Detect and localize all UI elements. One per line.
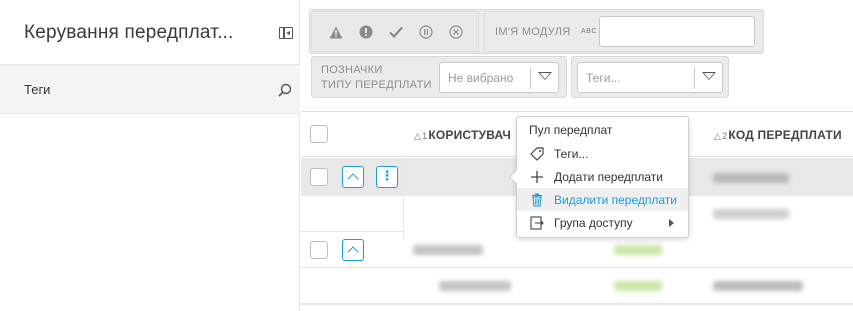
sidebar-item-label: Теги bbox=[24, 82, 51, 97]
subscription-type-tags-filter: ПОЗНАЧКИ ТИПУ ПЕРЕДПЛАТИ Не вибрано bbox=[311, 56, 567, 98]
pause-icon[interactable] bbox=[418, 24, 434, 40]
menu-item-label: Видалити передплати bbox=[554, 193, 677, 207]
status-filter-group bbox=[311, 11, 479, 52]
column-divider bbox=[403, 158, 404, 238]
tags-label-line1: ПОЗНАЧКИ bbox=[321, 64, 383, 76]
search-icon[interactable] bbox=[278, 83, 292, 97]
collapse-panel-icon[interactable] bbox=[279, 27, 293, 39]
cancel-icon[interactable] bbox=[448, 24, 464, 40]
chevron-down-icon[interactable] bbox=[694, 67, 722, 89]
menu-item-label: Група доступу bbox=[554, 216, 633, 230]
redacted-value bbox=[713, 281, 803, 291]
menu-item-add-subscriptions[interactable]: Додати передплати bbox=[517, 165, 688, 188]
table-row[interactable] bbox=[301, 268, 853, 304]
row-checkbox[interactable] bbox=[310, 168, 328, 186]
table-row[interactable] bbox=[301, 304, 853, 311]
tag-type-select-value: Не вибрано bbox=[448, 71, 514, 85]
check-icon[interactable] bbox=[388, 24, 404, 40]
access-group-icon bbox=[529, 215, 544, 230]
collapse-row-button[interactable] bbox=[342, 166, 364, 188]
redacted-value bbox=[439, 281, 511, 291]
collapse-row-button[interactable] bbox=[342, 239, 364, 261]
column-label: КОД ПЕРЕДПЛАТИ bbox=[728, 128, 842, 142]
menu-item-label: Додати передплати bbox=[554, 170, 663, 184]
tags-filter-label: ПОЗНАЧКИ ТИПУ ПЕРЕДПЛАТИ bbox=[321, 63, 432, 93]
module-name-input[interactable] bbox=[599, 16, 755, 47]
sort-asc-icon: △ bbox=[714, 131, 722, 141]
redacted-value bbox=[614, 245, 662, 255]
redacted-value bbox=[713, 209, 789, 219]
module-name-filter: ІМ'Я МОДУЛЯ ABC bbox=[484, 11, 764, 52]
chevron-right-icon bbox=[669, 219, 674, 227]
row-checkbox[interactable] bbox=[310, 241, 328, 259]
context-menu-header: Пул передплат bbox=[529, 123, 613, 137]
module-name-label: ІМ'Я МОДУЛЯ bbox=[495, 26, 571, 38]
plus-icon bbox=[529, 169, 544, 184]
left-panel: Керування передплат... Теги bbox=[0, 0, 300, 311]
menu-item-label: Теги... bbox=[554, 147, 589, 161]
panel-title: Керування передплат... bbox=[24, 22, 234, 43]
tag-type-select[interactable]: Не вибрано bbox=[439, 62, 559, 93]
sort-order: 1 bbox=[422, 131, 428, 141]
context-menu: Пул передплат Теги... Додати передплати … bbox=[508, 116, 689, 238]
tags-label-line2: ТИПУ ПЕРЕДПЛАТИ bbox=[321, 79, 432, 91]
redacted-value bbox=[413, 245, 483, 255]
tag-icon bbox=[529, 146, 544, 161]
error-icon[interactable] bbox=[358, 24, 374, 40]
menu-item-tags[interactable]: Теги... bbox=[517, 142, 688, 165]
sort-asc-icon: △ bbox=[414, 131, 422, 141]
redacted-value bbox=[614, 281, 662, 291]
redacted-value bbox=[713, 173, 789, 183]
more-actions-button[interactable]: ⋮ bbox=[376, 166, 398, 188]
column-header-subscription-code[interactable]: △2КОД ПЕРЕДПЛАТИ bbox=[714, 128, 842, 142]
tags-select[interactable]: Теги... bbox=[577, 62, 723, 93]
select-all-checkbox[interactable] bbox=[310, 125, 328, 143]
sidebar-item-tags[interactable]: Теги bbox=[0, 64, 300, 114]
sort-order: 2 bbox=[722, 131, 728, 141]
column-label: КОРИСТУВАЧ bbox=[428, 128, 512, 142]
warning-icon[interactable] bbox=[328, 24, 344, 40]
column-header-user[interactable]: △1КОРИСТУВАЧ bbox=[414, 128, 511, 142]
tags-select-value: Теги... bbox=[586, 71, 621, 85]
chevron-down-icon[interactable] bbox=[530, 67, 558, 89]
menu-item-access-group[interactable]: Група доступу bbox=[517, 211, 688, 234]
tags-filter: Теги... bbox=[571, 56, 729, 98]
text-type-icon: ABC bbox=[581, 28, 597, 35]
trash-icon bbox=[529, 192, 544, 207]
menu-item-remove-subscriptions[interactable]: Видалити передплати bbox=[517, 188, 688, 211]
